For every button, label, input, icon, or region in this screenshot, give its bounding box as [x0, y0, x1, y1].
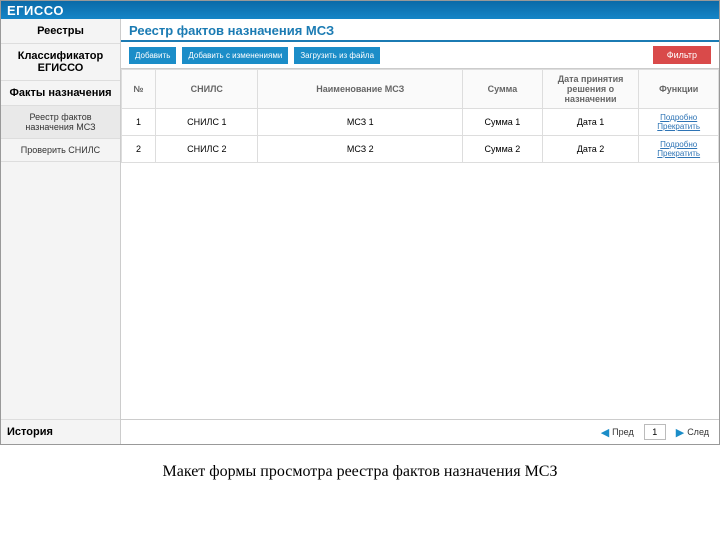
sidebar-item-label: Реестр фактов назначения МСЗ	[25, 112, 95, 132]
add-with-changes-button[interactable]: Добавить с изменениями	[182, 47, 288, 64]
stop-link[interactable]: Прекратить	[643, 122, 714, 131]
sidebar: Реестры Классификатор ЕГИССО Факты назна…	[1, 19, 121, 444]
cell-name: МСЗ 2	[258, 136, 463, 163]
chevron-left-icon: ◀	[601, 426, 609, 439]
sidebar-item-label: Классификатор ЕГИССО	[18, 50, 104, 74]
pager-prev[interactable]: ◀ Пред	[601, 426, 634, 439]
sidebar-item-facts[interactable]: Факты назначения	[1, 81, 120, 106]
figure-caption: Макет формы просмотра реестра фактов наз…	[0, 445, 720, 481]
app-window: ЕГИССО Реестры Классификатор ЕГИССО Факт…	[0, 0, 720, 445]
cell-number: 1	[122, 109, 156, 136]
col-snils: СНИЛС	[156, 70, 258, 109]
col-sum: Сумма	[463, 70, 543, 109]
pager-next[interactable]: ▶ След	[676, 426, 709, 439]
pager-prev-label: Пред	[612, 427, 634, 437]
sidebar-item-registry-facts-msz[interactable]: Реестр фактов назначения МСЗ	[1, 106, 120, 139]
data-table: № СНИЛС Наименование МСЗ Сумма Дата прин…	[121, 69, 719, 163]
col-date: Дата принятия решения о назначении	[542, 70, 639, 109]
cell-number: 2	[122, 136, 156, 163]
cell-name: МСЗ 1	[258, 109, 463, 136]
sidebar-spacer	[1, 162, 120, 419]
pager-next-label: След	[687, 427, 709, 437]
page-title: Реестр фактов назначения МСЗ	[121, 19, 719, 42]
toolbar: Добавить Добавить с изменениями Загрузит…	[121, 42, 719, 69]
sidebar-item-check-snils[interactable]: Проверить СНИЛС	[1, 139, 120, 162]
app-body: Реестры Классификатор ЕГИССО Факты назна…	[1, 19, 719, 444]
upload-from-file-button[interactable]: Загрузить из файла	[294, 47, 380, 64]
top-bar: ЕГИССО	[1, 1, 719, 19]
col-name: Наименование МСЗ	[258, 70, 463, 109]
sidebar-item-label: Проверить СНИЛС	[21, 145, 100, 155]
cell-sum: Сумма 2	[463, 136, 543, 163]
table-row: 1СНИЛС 1МСЗ 1Сумма 1Дата 1ПодробноПрекра…	[122, 109, 719, 136]
table-header-row: № СНИЛС Наименование МСЗ Сумма Дата прин…	[122, 70, 719, 109]
cell-snils: СНИЛС 2	[156, 136, 258, 163]
pager-page-number[interactable]: 1	[644, 424, 666, 440]
sidebar-item-label: Факты назначения	[9, 87, 111, 99]
pager: ◀ Пред 1 ▶ След	[121, 419, 719, 444]
sidebar-item-history[interactable]: История	[1, 419, 120, 444]
table-row: 2СНИЛС 2МСЗ 2Сумма 2Дата 2ПодробноПрекра…	[122, 136, 719, 163]
sidebar-item-classifier[interactable]: Классификатор ЕГИССО	[1, 44, 120, 81]
add-button[interactable]: Добавить	[129, 47, 176, 64]
col-number: №	[122, 70, 156, 109]
brand-logo: ЕГИССО	[7, 3, 64, 18]
main-panel: Реестр фактов назначения МСЗ Добавить До…	[121, 19, 719, 444]
sidebar-item-registries[interactable]: Реестры	[1, 19, 120, 44]
cell-date: Дата 1	[542, 109, 639, 136]
cell-date: Дата 2	[542, 136, 639, 163]
col-func: Функции	[639, 70, 719, 109]
cell-snils: СНИЛС 1	[156, 109, 258, 136]
chevron-right-icon: ▶	[676, 426, 684, 439]
filter-button[interactable]: Фильтр	[653, 46, 711, 64]
cell-func: ПодробноПрекратить	[639, 109, 719, 136]
stop-link[interactable]: Прекратить	[643, 149, 714, 158]
details-link[interactable]: Подробно	[643, 113, 714, 122]
cell-func: ПодробноПрекратить	[639, 136, 719, 163]
cell-sum: Сумма 1	[463, 109, 543, 136]
sidebar-item-label: История	[7, 426, 53, 438]
details-link[interactable]: Подробно	[643, 140, 714, 149]
sidebar-item-label: Реестры	[37, 25, 84, 37]
